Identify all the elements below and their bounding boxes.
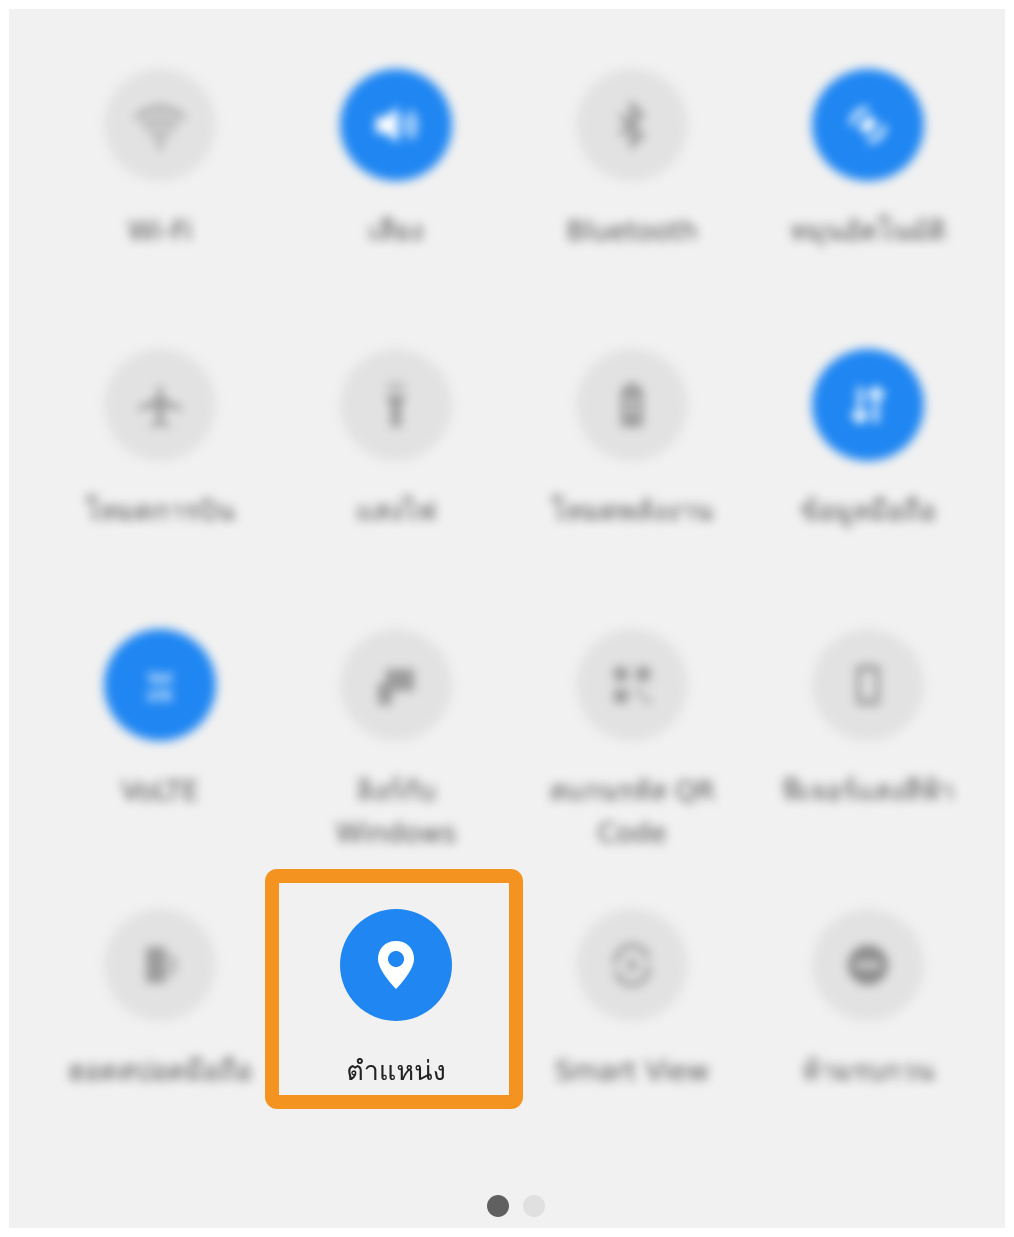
mobile-data-icon xyxy=(812,349,924,461)
tile-label: เสียง xyxy=(368,216,424,247)
tile-bluetooth[interactable]: Bluetooth xyxy=(532,69,732,253)
tile-label: โหมดการบิน xyxy=(85,496,235,527)
tile-blue-light[interactable]: ฟีเจอร์แสงสีฟ้า xyxy=(768,629,968,813)
tile-sound[interactable]: เสียง xyxy=(296,69,496,253)
blue-light-icon xyxy=(812,629,924,741)
qr-code-icon xyxy=(576,629,688,741)
tile-link-windows[interactable]: ลิงก์กับ Windows xyxy=(296,629,496,855)
tile-label: ฟีเจอร์แสงสีฟ้า xyxy=(781,776,955,807)
bluetooth-icon xyxy=(576,69,688,181)
tile-volte[interactable]: Vol LTE VoLTE xyxy=(60,629,260,813)
tile-airplane[interactable]: โหมดการบิน xyxy=(60,349,260,533)
tile-qr-code[interactable]: สแกนรหัส QR Code xyxy=(532,629,732,855)
tile-label: ลิงก์กับ Windows xyxy=(335,776,457,849)
tile-wifi[interactable]: Wi-Fi xyxy=(60,69,260,253)
airplane-icon xyxy=(104,349,216,461)
tile-smart-view[interactable]: Smart View xyxy=(532,909,732,1093)
tile-label: หมุนอัตโนมัติ xyxy=(789,216,947,247)
location-highlight-box xyxy=(265,869,523,1109)
tile-label: Wi-Fi xyxy=(127,216,193,247)
page-dot[interactable] xyxy=(523,1195,545,1217)
tile-label: ห้ามรบกวน xyxy=(801,1056,935,1087)
tile-power-mode[interactable]: โหมดพลังงาน xyxy=(532,349,732,533)
flashlight-icon xyxy=(340,349,452,461)
tile-label: Bluetooth xyxy=(566,216,698,247)
power-mode-icon xyxy=(576,349,688,461)
tile-label: VoLTE xyxy=(121,776,199,807)
tile-label: แสงไฟ xyxy=(356,496,436,527)
sound-icon xyxy=(340,69,452,181)
wifi-icon xyxy=(104,69,216,181)
page-indicator xyxy=(487,1195,545,1217)
tile-label: ฮอตสปอตมือถือ xyxy=(67,1056,253,1087)
volte-icon: Vol LTE xyxy=(104,629,216,741)
svg-text:Vol: Vol xyxy=(148,671,173,687)
tile-do-not-disturb[interactable]: ห้ามรบกวน xyxy=(768,909,968,1093)
page-dot-active xyxy=(487,1195,509,1217)
tile-label: ข้อมูลมือถือ xyxy=(800,496,936,527)
svg-text:LTE: LTE xyxy=(147,689,173,705)
tile-auto-rotate[interactable]: หมุนอัตโนมัติ xyxy=(768,69,968,253)
tile-flashlight[interactable]: แสงไฟ xyxy=(296,349,496,533)
auto-rotate-icon xyxy=(812,69,924,181)
tile-label: โหมดพลังงาน xyxy=(551,496,713,527)
smart-view-icon xyxy=(576,909,688,1021)
do-not-disturb-icon xyxy=(812,909,924,1021)
tile-hotspot[interactable]: ฮอตสปอตมือถือ xyxy=(60,909,260,1093)
hotspot-icon xyxy=(104,909,216,1021)
tile-label: Smart View xyxy=(554,1056,710,1087)
link-windows-icon xyxy=(340,629,452,741)
tile-mobile-data[interactable]: ข้อมูลมือถือ xyxy=(768,349,968,533)
tile-label: สแกนรหัส QR Code xyxy=(548,776,716,849)
